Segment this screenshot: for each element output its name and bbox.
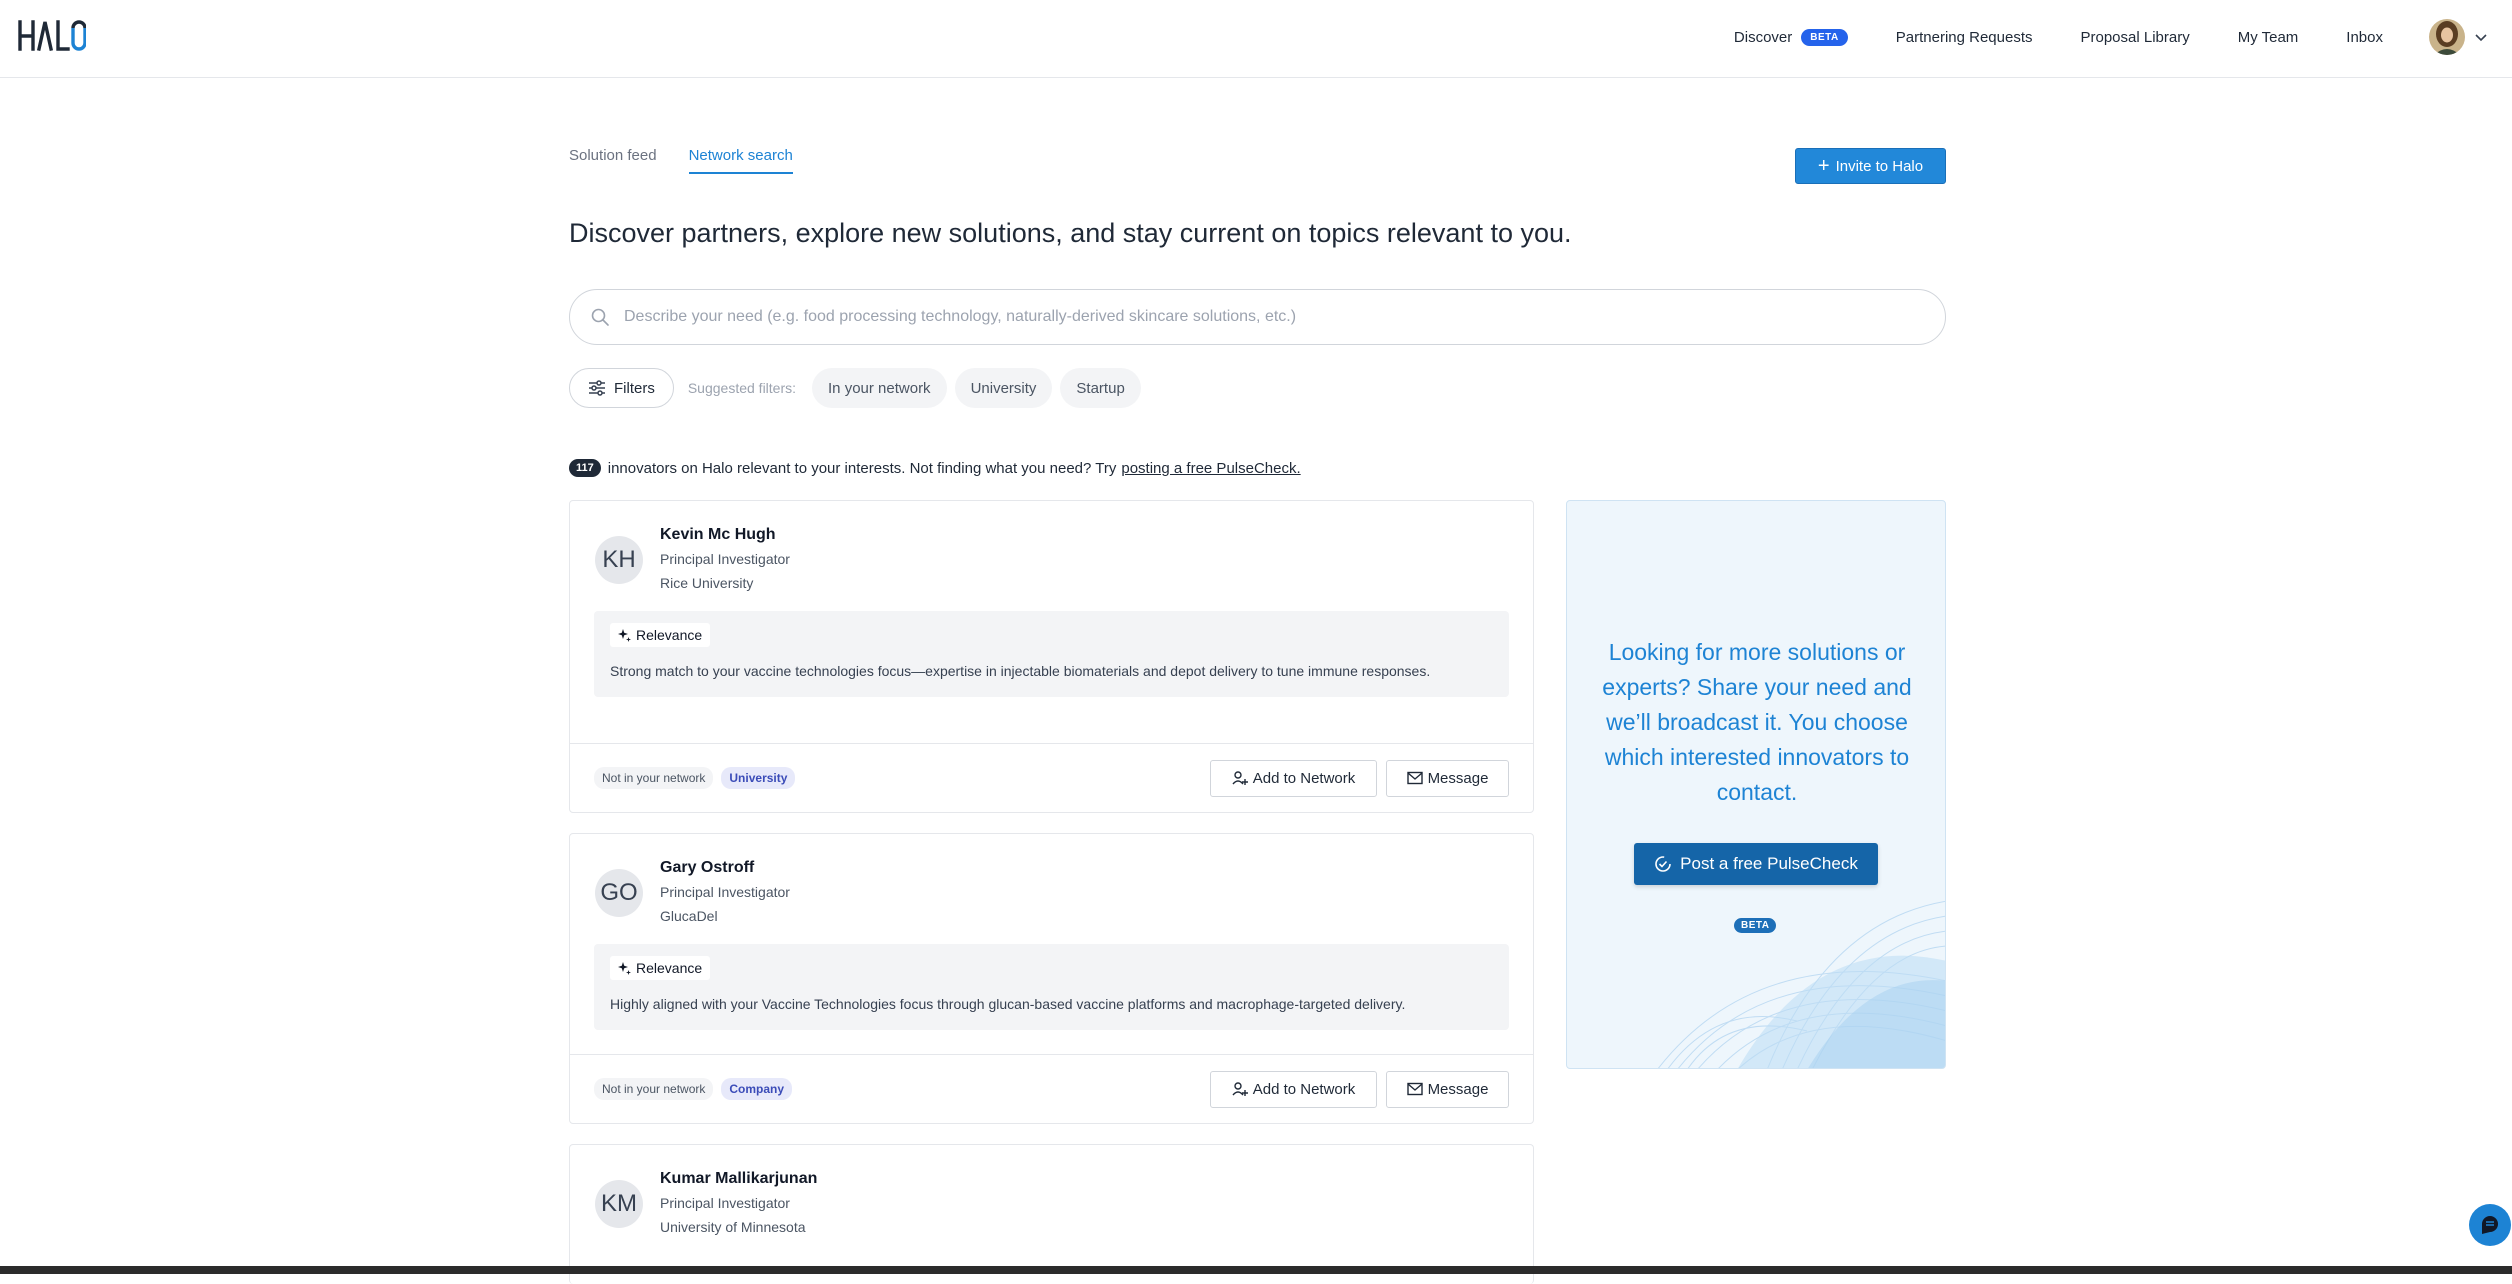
relevance-box: Relevance Highly aligned with your Vacci… xyxy=(594,944,1509,1030)
add-to-network-label: Add to Network xyxy=(1252,1080,1356,1098)
message-label: Message xyxy=(1427,1080,1489,1098)
network-status-badge: Not in your network xyxy=(594,767,714,789)
person-role: Principal Investigator xyxy=(660,884,790,900)
relevance-tag: Relevance xyxy=(610,956,711,980)
filters-button-label: Filters xyxy=(614,379,655,397)
beta-badge: BETA xyxy=(1734,918,1777,933)
card-footer: Not in your network Company Add to Netwo… xyxy=(570,1054,1533,1123)
add-user-icon xyxy=(1232,1081,1248,1097)
search-bar[interactable] xyxy=(569,289,1946,345)
add-to-network-button[interactable]: Add to Network xyxy=(1210,759,1377,797)
avatar[interactable]: KH xyxy=(595,536,643,584)
add-to-network-button[interactable]: Add to Network xyxy=(1210,1070,1377,1108)
chat-button[interactable] xyxy=(2469,1204,2511,1246)
mail-icon xyxy=(1406,771,1423,785)
beta-badge: BETA xyxy=(1801,28,1848,46)
organization-type-badge: Company xyxy=(721,1078,793,1100)
card-header: GO Gary Ostroff Principal Investigator G… xyxy=(570,834,1533,944)
avatar[interactable]: GO xyxy=(595,869,643,917)
relevance-box: Relevance Strong match to your vaccine t… xyxy=(594,611,1509,697)
bottom-edge-bar xyxy=(0,1266,2512,1274)
person-organization: University of Minnesota xyxy=(660,1219,806,1235)
sliders-icon xyxy=(589,380,605,396)
results-summary: 117 innovators on Halo relevant to your … xyxy=(569,459,1301,477)
user-menu[interactable] xyxy=(2429,19,2488,55)
card-header: KM Kumar Mallikarjunan Principal Investi… xyxy=(570,1145,1533,1255)
person-role: Principal Investigator xyxy=(660,1195,790,1211)
chat-icon xyxy=(2482,1216,2498,1234)
relevance-label: Relevance xyxy=(636,960,703,976)
filters-row: Filters Suggested filters: In your netwo… xyxy=(569,368,1141,408)
results-text: innovators on Halo relevant to your inte… xyxy=(607,459,1117,477)
suggested-filters-label: Suggested filters: xyxy=(687,380,797,396)
innovator-card: KM Kumar Mallikarjunan Principal Investi… xyxy=(569,1144,1534,1284)
search-icon xyxy=(591,308,609,326)
message-button[interactable]: Message xyxy=(1386,759,1509,797)
nav-inbox[interactable]: Inbox xyxy=(2346,29,2383,46)
network-status-badge: Not in your network xyxy=(594,1078,714,1100)
nav-proposal-library-label: Proposal Library xyxy=(2080,28,2190,46)
results-count-badge: 117 xyxy=(569,459,601,477)
view-tabs: Solution feed Network search xyxy=(569,147,825,174)
filter-chip-university[interactable]: University xyxy=(954,368,1053,408)
person-name[interactable]: Gary Ostroff xyxy=(660,859,754,877)
innovator-card: GO Gary Ostroff Principal Investigator G… xyxy=(569,833,1534,1124)
post-pulsecheck-button[interactable]: Post a free PulseCheck xyxy=(1634,843,1878,885)
main-nav: Discover BETA Partnering Requests Propos… xyxy=(1686,0,2512,74)
person-organization: Rice University xyxy=(660,575,754,591)
post-pulsecheck-link[interactable]: posting a free PulseCheck. xyxy=(1121,460,1300,477)
person-name[interactable]: Kevin Mc Hugh xyxy=(660,526,776,544)
promo-text: Looking for more solutions or experts? S… xyxy=(1602,639,1912,805)
person-name[interactable]: Kumar Mallikarjunan xyxy=(660,1170,817,1188)
nav-my-team[interactable]: My Team xyxy=(2238,29,2299,46)
relevance-text: Strong match to your vaccine technologie… xyxy=(610,663,1431,679)
filter-chip-startup[interactable]: Startup xyxy=(1060,368,1141,408)
page-headline: Discover partners, explore new solutions… xyxy=(569,218,1572,248)
filter-chip-in-your-network[interactable]: In your network xyxy=(812,368,947,408)
add-user-icon xyxy=(1232,770,1248,786)
plus-icon: + xyxy=(1817,155,1830,177)
filters-button[interactable]: Filters xyxy=(569,368,674,408)
organization-type-badge: University xyxy=(721,767,796,789)
nav-discover[interactable]: Discover BETA xyxy=(1733,28,1848,46)
nav-inbox-label: Inbox xyxy=(2346,28,2383,46)
pulsecheck-promo-panel: Looking for more solutions or experts? S… xyxy=(1566,500,1946,1069)
message-button[interactable]: Message xyxy=(1386,1070,1509,1108)
relevance-tag: Relevance xyxy=(610,623,711,647)
pulsecheck-icon xyxy=(1654,855,1672,873)
innovator-card: KH Kevin Mc Hugh Principal Investigator … xyxy=(569,500,1534,813)
avatar[interactable]: KM xyxy=(595,1180,643,1228)
top-navigation-bar: Discover BETA Partnering Requests Propos… xyxy=(0,0,2512,78)
chevron-down-icon[interactable] xyxy=(2474,30,2488,44)
invite-button-label: Invite to Halo xyxy=(1835,157,1924,175)
card-header: KH Kevin Mc Hugh Principal Investigator … xyxy=(570,501,1533,611)
sparkle-icon xyxy=(618,628,631,642)
nav-proposal-library[interactable]: Proposal Library xyxy=(2081,29,2190,46)
mail-icon xyxy=(1406,1082,1423,1096)
nav-discover-label: Discover xyxy=(1733,28,1793,46)
card-footer: Not in your network University Add to Ne… xyxy=(570,743,1533,812)
sparkle-icon xyxy=(618,961,631,975)
relevance-label: Relevance xyxy=(636,627,703,643)
nav-partnering-requests-label: Partnering Requests xyxy=(1895,28,2033,46)
invite-to-halo-button[interactable]: + Invite to Halo xyxy=(1795,148,1946,184)
avatar[interactable] xyxy=(2429,19,2465,55)
add-to-network-label: Add to Network xyxy=(1252,769,1356,787)
person-organization: GlucaDel xyxy=(660,908,718,924)
tab-network-search[interactable]: Network search xyxy=(688,147,793,174)
halo-logo[interactable] xyxy=(16,16,86,56)
tab-solution-feed[interactable]: Solution feed xyxy=(569,147,657,174)
search-input[interactable] xyxy=(624,308,1904,326)
relevance-text: Highly aligned with your Vaccine Technol… xyxy=(610,996,1406,1012)
post-pulsecheck-label: Post a free PulseCheck xyxy=(1680,854,1858,873)
person-role: Principal Investigator xyxy=(660,551,790,567)
nav-my-team-label: My Team xyxy=(2237,28,2299,46)
message-label: Message xyxy=(1427,769,1489,787)
nav-partnering-requests[interactable]: Partnering Requests xyxy=(1896,29,2033,46)
